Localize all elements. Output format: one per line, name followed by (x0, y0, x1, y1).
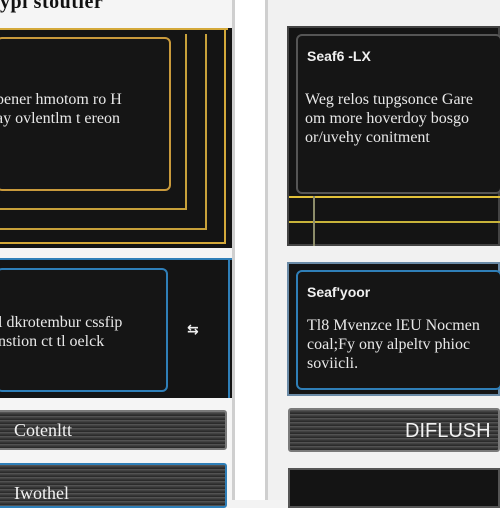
gold-frame-line-1 (0, 28, 228, 30)
yellow-frame-line-3 (313, 196, 315, 246)
left-bar-1-label: Cotenltt (14, 420, 72, 440)
blue-frame-right (228, 258, 230, 398)
right-card-2-text: Tl8 Mvenzce lEU Nocmen coal;Fy ony alpel… (307, 317, 480, 372)
left-card-2-text: l dkrotembur cssfip nstion ct tl oelck (0, 314, 123, 350)
left-bar-2-label: Iwothel (14, 483, 69, 503)
right-bottom-card[interactable] (288, 468, 500, 508)
left-bar-button-2[interactable]: Iwothel (0, 463, 227, 508)
left-card-1[interactable]: pener hmotom ro H ay ovlentlm t ereon (0, 28, 232, 248)
gold-frame-line-3 (0, 242, 226, 244)
right-bar-button-1[interactable]: DIFLUSH (288, 408, 500, 452)
right-card-1[interactable]: Seaf6 -LX Weg relos tupgsonce Gare om mo… (287, 26, 500, 246)
right-card-1-text: Weg relos tupgsonce Gare om more hoverdo… (305, 91, 473, 146)
blue-frame-line (0, 258, 232, 260)
right-card-2-header: Seaf'yoor (307, 284, 371, 300)
left-card-1-text: pener hmotom ro H ay ovlentlm t ereon (0, 91, 122, 127)
gold-frame-line-4 (205, 34, 207, 229)
gold-frame-line-2 (224, 28, 226, 244)
right-bar-1-label: DIFLUSH (405, 420, 491, 442)
right-card-2[interactable]: Seaf'yoor Tl8 Mvenzce lEU Nocmen coal;Fy… (287, 262, 500, 396)
column-gutter (235, 0, 265, 500)
left-card-2[interactable]: l dkrotembur cssfip nstion ct tl oelck ⇆ (0, 258, 232, 398)
page-title: ypl stoutier (0, 0, 104, 13)
left-bar-button-1[interactable]: Cotenltt (0, 410, 227, 450)
gold-frame-line-6 (0, 228, 207, 230)
gold-frame-line-7 (0, 208, 187, 210)
gold-frame-line-5 (185, 34, 187, 210)
yellow-frame-line-1 (289, 196, 500, 198)
right-card-1-header: Seaf6 -LX (307, 48, 371, 64)
yellow-frame-line-2 (289, 221, 500, 223)
double-arrow-icon[interactable]: ⇆ (187, 322, 199, 338)
